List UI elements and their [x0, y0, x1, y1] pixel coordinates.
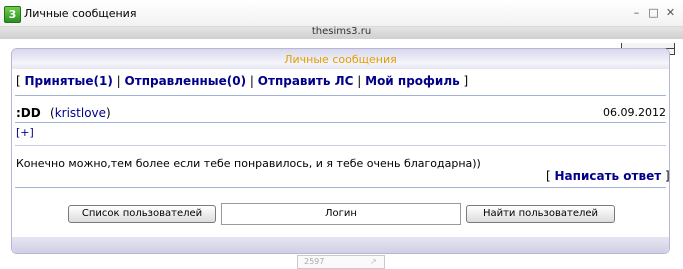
expand-toggle[interactable]: [+]: [16, 126, 34, 139]
window-titlebar: 3 Личные сообщения – □ ✕: [0, 0, 683, 27]
author-link[interactable]: kristlove: [55, 106, 106, 120]
divider: [15, 122, 666, 123]
messages-nav: [ Принятые(1) | Отправленные(0) | Отправ…: [16, 74, 468, 88]
visit-counter: 2597 ↗: [297, 255, 385, 269]
nav-send-pm-link[interactable]: Отправить ЛС: [258, 74, 354, 88]
site-name: thesims3.ru: [311, 26, 372, 37]
nav-profile-link[interactable]: Мой профиль: [365, 74, 460, 88]
panel-title: Личные сообщения: [284, 53, 397, 66]
author-close-paren: ): [106, 106, 111, 120]
reply-open-bracket: [: [546, 169, 551, 183]
site-header: thesims3.ru: [0, 26, 683, 39]
nav-open-bracket: [: [16, 74, 21, 88]
message-date: 06.09.2012: [603, 106, 666, 119]
divider: [15, 95, 666, 96]
divider: [15, 187, 666, 188]
reply-action: [ Написать ответ ]: [546, 169, 670, 183]
counter-arrow-icon: ↗: [370, 257, 377, 266]
minimize-icon[interactable]: –: [630, 6, 643, 19]
close-icon[interactable]: ✕: [664, 6, 677, 19]
find-users-button[interactable]: Найти пользователей: [466, 205, 615, 223]
sims3-app-icon: 3: [4, 6, 21, 23]
login-input[interactable]: Логин: [221, 203, 461, 225]
nav-separator: |: [357, 74, 362, 88]
message-subject: :DD: [16, 106, 41, 120]
maximize-icon[interactable]: □: [647, 6, 660, 19]
nav-close-bracket: ]: [463, 74, 469, 88]
reply-close-bracket: ]: [665, 169, 670, 183]
panel-footer: [12, 237, 669, 253]
nav-separator: |: [116, 74, 121, 88]
nav-sent-link[interactable]: Отправленные(0): [125, 74, 247, 88]
message-body: Конечно можно,тем более если тебе понрав…: [16, 157, 481, 170]
message-author: (kristlove): [50, 106, 111, 120]
write-reply-link[interactable]: Написать ответ: [555, 169, 662, 183]
divider: [15, 145, 666, 146]
panel-header: Личные сообщения: [12, 49, 669, 69]
window-title: Личные сообщения: [24, 7, 137, 20]
nav-inbox-link[interactable]: Принятые(1): [25, 74, 113, 88]
user-list-button[interactable]: Список пользователей: [68, 205, 216, 223]
nav-separator: |: [249, 74, 254, 88]
counter-value: 2597: [304, 257, 325, 266]
